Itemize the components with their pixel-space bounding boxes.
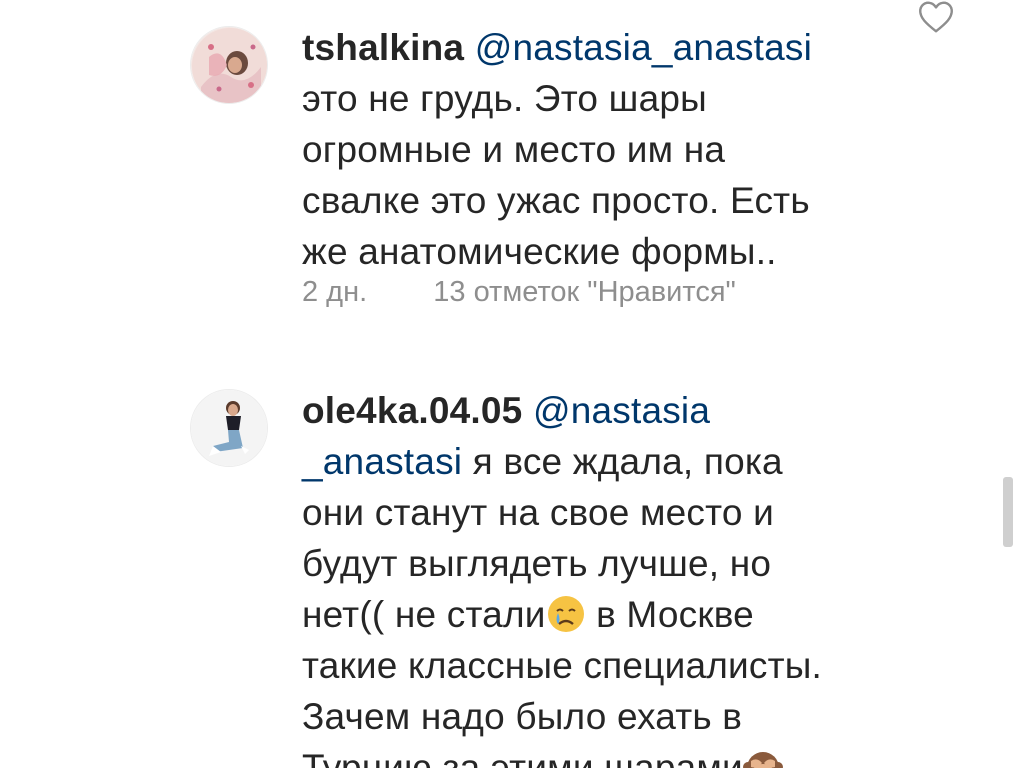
comment-text: tshalkina @nastasia_anastasi это не груд… (302, 22, 882, 277)
crying-face-emoji (547, 596, 584, 632)
comment-line: они станут на свое место и (302, 492, 774, 533)
comment-mention[interactable]: @nastasia (533, 390, 710, 431)
comment-line: ole4ka.04.05 @nastasia (302, 385, 882, 436)
comment-line: огромные и место им на (302, 129, 726, 170)
comment-username[interactable]: tshalkina (302, 27, 464, 68)
comment-line: Зачем надо было ехать в (302, 696, 743, 737)
comments-screen: tshalkina @nastasia_anastasi это не груд… (0, 0, 1014, 768)
comment-text-span: Турцию за этими шарами (302, 747, 743, 768)
heart-outline-icon[interactable] (918, 0, 954, 34)
comment-line: свалке это ужас просто. Есть (302, 180, 810, 221)
comment-text-span: нет(( не стали (302, 594, 546, 635)
comment-line: tshalkina @nastasia_anastasi (302, 22, 882, 73)
comment-mention-continued[interactable]: _anastasi (302, 441, 462, 482)
comment-username[interactable]: ole4ka.04.05 (302, 390, 522, 431)
comment-text-span: я все ждала, пока (462, 441, 783, 482)
see-no-evil-monkey-emoji (742, 752, 783, 768)
comment-line: нет(( не стали в Москве (302, 589, 882, 640)
comment-likes-link[interactable]: 13 отметок "Нравится" (433, 276, 736, 308)
comment-mention[interactable]: @nastasia_anastasi (475, 27, 812, 68)
avatar[interactable] (190, 389, 268, 467)
comment-text-span: в Москве (585, 594, 754, 635)
comment-line: _anastasi я все ждала, пока (302, 436, 882, 487)
comment-line: это не грудь. Это шары (302, 78, 707, 119)
scrollbar-thumb[interactable] (1003, 477, 1013, 547)
comment-text: ole4ka.04.05 @nastasia _anastasi я все ж… (302, 385, 882, 768)
comment-line: будут выглядеть лучше, но (302, 543, 772, 584)
comment-line: же анатомические формы.. (302, 231, 777, 272)
comment-time: 2 дн. (302, 276, 368, 308)
comment-meta: 2 дн. 13 отметок "Нравится" (302, 276, 736, 309)
avatar-photo (191, 27, 267, 103)
comment-line: такие классные специалисты. (302, 645, 823, 686)
avatar[interactable] (190, 26, 268, 104)
comment-line: Турцию за этими шарами (302, 742, 882, 768)
avatar-photo (191, 390, 267, 466)
